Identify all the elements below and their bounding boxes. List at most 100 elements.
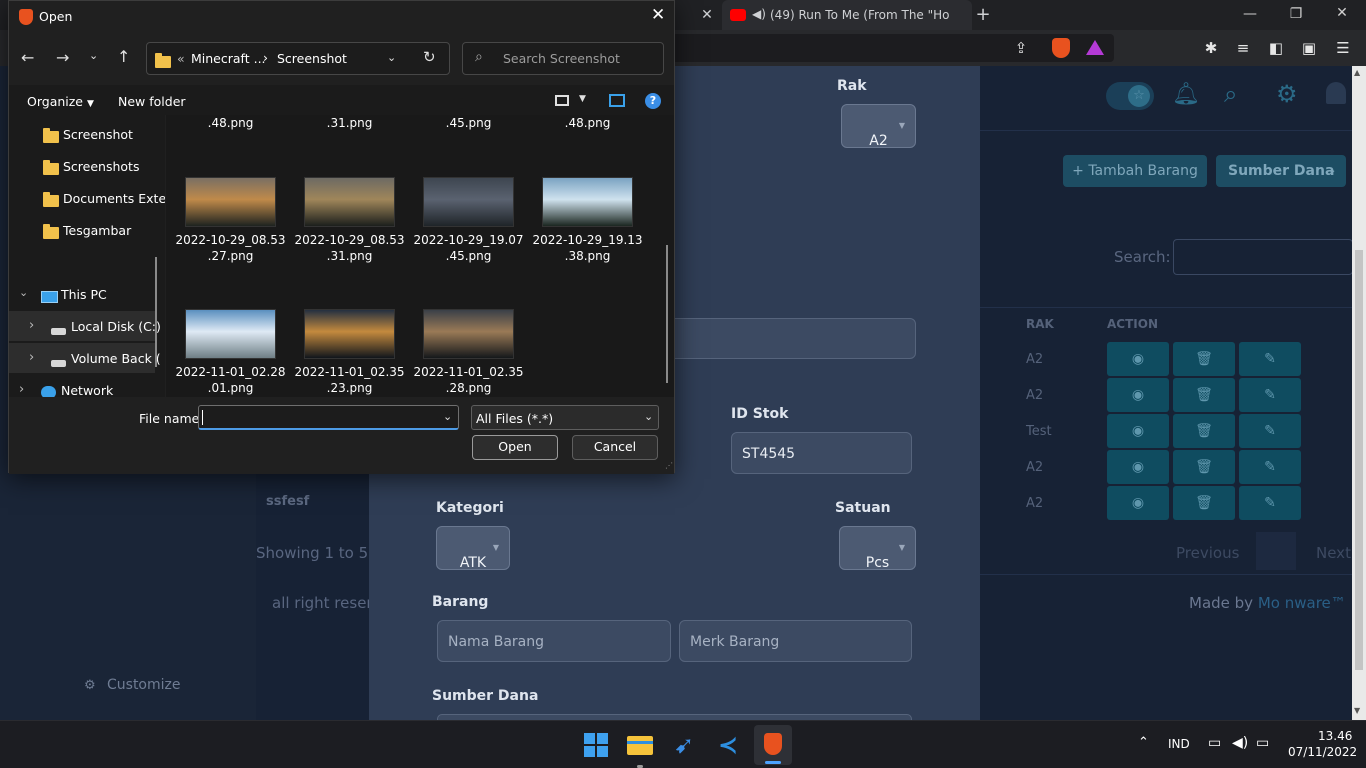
volume-icon[interactable]: ◀) [1232, 735, 1248, 751]
file-name-input[interactable]: ⌄ [198, 405, 459, 430]
delete-button[interactable]: 🗑︎ [1173, 342, 1235, 376]
page-scrollbar[interactable]: ▲ ▼ [1352, 66, 1366, 720]
open-button[interactable]: Open [472, 435, 558, 460]
file-type-select[interactable]: All Files (*.*) ⌄ [471, 405, 659, 430]
edit-button[interactable]: ✎ [1239, 342, 1301, 376]
breadcrumb-parent[interactable]: Minecraft ... [191, 51, 266, 66]
view-button[interactable]: ◉ [1107, 486, 1169, 520]
view-button[interactable]: ◉ [1107, 342, 1169, 376]
merk-barang-input[interactable]: Merk Barang [679, 620, 912, 662]
app-icon[interactable]: ➹ [668, 729, 700, 761]
refresh-icon[interactable]: ↻ [423, 48, 436, 66]
address-bar[interactable] [640, 34, 1114, 62]
file-explorer-icon[interactable] [624, 729, 656, 768]
customize-icon[interactable]: ⚙ [84, 678, 96, 693]
view-button[interactable]: ◉ [1107, 450, 1169, 484]
nav-item-this-pc[interactable]: ⌄ This PC [9, 279, 155, 309]
restore-icon[interactable]: ❐ [1276, 6, 1316, 22]
nav-item-network[interactable]: › Network [9, 375, 155, 397]
window-close-icon[interactable]: ✕ [1322, 5, 1362, 21]
preview-pane-icon[interactable] [609, 94, 625, 107]
forward-arrow-icon[interactable]: → [56, 48, 69, 67]
language-indicator[interactable]: IND [1168, 737, 1190, 751]
edit-button[interactable]: ✎ [1239, 450, 1301, 484]
resize-grip-icon[interactable]: ⋰ [665, 461, 673, 470]
new-tab-icon[interactable]: + [972, 0, 994, 30]
help-icon[interactable]: ? [645, 93, 661, 109]
id-stok-input[interactable]: ST4545 [731, 432, 912, 474]
expand-chevron-icon[interactable]: › [29, 350, 34, 365]
breadcrumb-current[interactable]: Screenshot [277, 51, 347, 66]
sumber-dana-dropdown[interactable]: Sumber Dana ⌄ [1216, 155, 1346, 187]
brave-rewards-icon[interactable] [1086, 40, 1104, 55]
nav-item-volume-back[interactable]: › Volume Back ( [9, 343, 161, 373]
file-name-partial[interactable]: .48.png [528, 115, 647, 131]
new-folder-button[interactable]: New folder [118, 94, 186, 109]
playlist-icon[interactable]: ≡ [1232, 37, 1254, 59]
settings-icon[interactable]: ⚙ [1276, 80, 1298, 108]
clock-date[interactable]: 07/11/2022 [1288, 745, 1357, 759]
nav-item-screenshots[interactable]: Screenshots [9, 151, 155, 181]
start-icon[interactable] [580, 729, 612, 761]
network-icon[interactable]: ▭ [1208, 735, 1221, 751]
vscode-icon[interactable]: ≺ [712, 729, 744, 761]
form-field[interactable] [669, 318, 916, 359]
edit-button[interactable]: ✎ [1239, 378, 1301, 412]
satuan-select[interactable]: Pcs ▼ [839, 526, 916, 571]
expand-chevron-icon[interactable]: › [19, 382, 24, 397]
wallet-icon[interactable]: ▣ [1298, 37, 1320, 59]
edit-button[interactable]: ✎ [1239, 486, 1301, 520]
next-button[interactable]: Next [1316, 544, 1351, 562]
brave-taskbar-icon[interactable] [754, 725, 792, 765]
nav-scrollbar[interactable] [155, 257, 157, 367]
delete-button[interactable]: 🗑︎ [1173, 486, 1235, 520]
bell-icon[interactable]: 🔔︎ [1172, 82, 1200, 107]
file-item[interactable]: 2022-11-01_02.28 .01.png [171, 309, 290, 397]
recent-chevron-icon[interactable]: ⌄ [89, 49, 98, 62]
tray-chevron-icon[interactable]: ⌃ [1138, 735, 1149, 750]
file-item[interactable]: 2022-10-29_19.13 .38.png [528, 177, 647, 301]
breadcrumb-overflow[interactable]: « [177, 51, 185, 66]
delete-button[interactable]: 🗑︎ [1173, 450, 1235, 484]
file-name-partial[interactable]: .45.png [409, 115, 528, 131]
delete-button[interactable]: 🗑︎ [1173, 414, 1235, 448]
scroll-up-icon[interactable]: ▲ [1354, 68, 1360, 77]
customize-link[interactable]: Customize [107, 677, 181, 693]
nama-barang-input[interactable]: Nama Barang [437, 620, 671, 662]
search-icon[interactable]: ⌕ [1224, 80, 1237, 108]
kategori-select[interactable]: ATK ▼ [436, 526, 510, 571]
speaker-icon[interactable]: ◀) [752, 7, 766, 21]
rak-select[interactable]: A2 ▼ [841, 104, 916, 149]
battery-icon[interactable]: ▭ [1256, 735, 1269, 751]
organize-button[interactable]: Organize ▼ [27, 94, 94, 109]
back-arrow-icon[interactable]: ← [21, 48, 34, 67]
nav-item-local-disk-c[interactable]: › Local Disk (C:) [9, 311, 161, 341]
nav-item-tesgambar[interactable]: Tesgambar [9, 215, 155, 245]
breadcrumb-chevron-icon[interactable]: ⌄ [387, 51, 396, 64]
minimize-icon[interactable]: — [1230, 6, 1270, 22]
extensions-icon[interactable]: ✱ [1200, 37, 1222, 59]
scroll-down-icon[interactable]: ▼ [1354, 706, 1360, 715]
table-search-input[interactable] [1173, 239, 1352, 275]
file-item[interactable]: 2022-10-29_08.53 .31.png [290, 177, 409, 301]
file-name-partial[interactable]: .48.png [171, 115, 290, 131]
tab-youtube[interactable]: ◀) (49) Run To Me (From The "Home" [722, 0, 972, 30]
tambah-barang-button[interactable]: + Tambah Barang [1063, 155, 1207, 187]
file-item[interactable]: 2022-11-01_02.35 .28.png [409, 309, 528, 397]
previous-button[interactable]: Previous [1176, 544, 1239, 562]
file-item[interactable]: 2022-10-29_19.07 .45.png [409, 177, 528, 301]
dialog-close-icon[interactable]: ✕ [651, 5, 665, 25]
file-item[interactable]: 2022-11-01_02.35 .23.png [290, 309, 409, 397]
nav-item-screenshot[interactable]: Screenshot [9, 119, 155, 149]
file-scrollbar[interactable] [666, 245, 668, 383]
cancel-button[interactable]: Cancel [572, 435, 658, 460]
theme-toggle[interactable]: ☆ [1106, 82, 1154, 110]
sidebar-toggle-icon[interactable]: ◧ [1265, 37, 1287, 59]
expand-chevron-icon[interactable]: ⌄ [19, 286, 28, 299]
expand-chevron-icon[interactable]: › [29, 318, 34, 333]
menu-icon[interactable]: ☰ [1332, 37, 1354, 59]
view-button[interactable]: ◉ [1107, 414, 1169, 448]
breadcrumb[interactable]: « Minecraft ... › Screenshot ⌄ ↻ [146, 42, 450, 75]
brave-shield-icon[interactable] [1052, 38, 1070, 58]
up-arrow-icon[interactable]: ↑ [117, 47, 130, 66]
